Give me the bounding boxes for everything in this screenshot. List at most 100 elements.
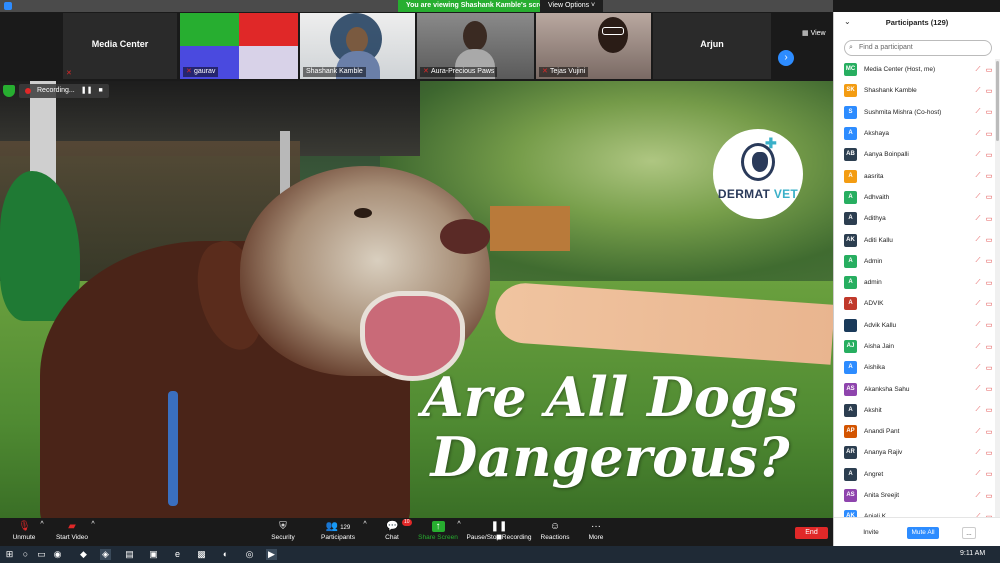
end-meeting-button[interactable]: End [795,527,828,539]
recording-label: Recording... [37,87,75,94]
participant-tile[interactable]: ✕ Tejas Vujini [536,13,651,79]
avatar: A [844,467,857,481]
participant-row[interactable]: AS Anita Sreejit ⟋ ▭ [834,485,995,506]
participant-tile[interactable]: ✕ gaurav [180,13,298,79]
windows-start-icon[interactable]: ⊞ [4,549,15,560]
avatar: AK [844,510,857,517]
search-icon[interactable]: ○ [20,549,31,560]
participant-row[interactable]: A Adithya ⟋ ▭ [834,208,995,229]
participant-name: Akshit [864,406,882,414]
participant-tile[interactable]: Media Center ✕ [63,13,177,79]
edge-icon[interactable]: e [172,549,183,560]
share-screen-icon: ↑ [431,521,445,532]
pause-recording-icon[interactable]: ❚❚ [81,84,93,98]
participant-row[interactable]: AB Aanya Boinpalli ⟋ ▭ [834,144,995,165]
participant-tile[interactable]: Arjun [653,13,771,79]
participant-name: Akshaya [864,130,889,138]
search-placeholder: Find a participant [859,44,913,51]
start-video-button[interactable]: ▰ Start Video [52,521,92,541]
scrollbar[interactable] [995,59,1000,517]
participant-row[interactable]: Advik Kallu ⟋ ▭ [834,315,995,336]
participant-row[interactable]: AKAnjali K⟋▭ [834,506,995,517]
participant-row[interactable]: A ADVIK ⟋ ▭ [834,293,995,314]
participant-row[interactable]: AR Ananya Rajiv ⟋ ▭ [834,442,995,463]
participant-list: MC Media Center (Host, me) ⟋ ▭ SK Shashank Ka… [834,59,995,517]
participant-row[interactable]: A Akshit ⟋ ▭ [834,400,995,421]
meeting-toolbar: 🎙 Unmute ^ ▰ Start Video ^ ⛨ Security 👥 1… [0,518,833,546]
participants-caret[interactable]: ^ [361,521,369,528]
participant-row[interactable]: SK Shashank Kamble ⟋ ▭ [834,80,995,101]
chat-button[interactable]: 💬 10 Chat [380,519,412,541]
participant-name: Admin [864,257,883,265]
reaction-icon: ☺ [549,521,561,532]
chrome-icon[interactable]: ◎ [244,549,255,560]
app-icon[interactable]: ▩ [196,549,207,560]
app-icon[interactable]: ▣ [148,549,159,560]
participant-name: Sushmita Mishra (Co-host) [864,108,942,116]
participant-tile[interactable]: Shashank Kamble [300,13,415,79]
clock: 9:11 AM [960,550,986,557]
view-button[interactable]: ▦ View [802,29,826,37]
scrollbar-thumb[interactable] [996,61,999,141]
participant-name: Ananya Rajiv [864,449,903,457]
participant-row[interactable]: MC Media Center (Host, me) ⟋ ▭ [834,59,995,80]
tile-name: Arjun [700,39,724,49]
browser-icon[interactable]: ◉ [52,549,63,560]
panel-footer: Invite Mute All ... [834,517,1000,546]
chat-label: Chat [385,534,399,541]
zoom-taskbar-icon[interactable]: ▶ [266,549,277,560]
mic-muted-icon: ⟋ [975,86,981,94]
participant-row[interactable]: AK Aditi Kallu ⟋ ▭ [834,229,995,250]
more-options-button[interactable]: ... [962,527,976,539]
participant-row[interactable]: S Sushmita Mishra (Co-host) ⟋ ▭ [834,102,995,123]
stop-recording-icon[interactable]: ■ [98,84,102,98]
unmute-button[interactable]: 🎙 Unmute [10,521,38,541]
mic-muted-icon: ⟋ [975,236,981,244]
zoom-window: You are viewing Shashank Kamble's screen… [0,0,1000,563]
share-options-caret[interactable]: ^ [455,521,463,528]
shield-icon[interactable] [3,85,15,97]
reactions-label: Reactions [540,534,570,541]
video-off-icon: ▭ [985,279,993,287]
more-button[interactable]: ··· More [584,521,608,541]
security-button[interactable]: ⛨ Security [266,521,300,541]
participant-name: Aditi Kallu [864,236,893,244]
file-icon[interactable]: ▤ [124,549,135,560]
participant-row[interactable]: AS Akanksha Sahu ⟋ ▭ [834,378,995,399]
top-banner: You are viewing Shashank Kamble's screen… [0,0,833,12]
mute-all-button[interactable]: Mute All [907,527,939,539]
invite-button[interactable]: Invite [858,527,884,539]
mic-muted-icon: ⟋ [975,129,981,137]
participant-name: Adithya [864,215,886,223]
video-off-icon: ▰ [68,521,76,532]
participant-row[interactable]: Aadmin ⟋ ▭ [834,272,995,293]
video-options-caret[interactable]: ^ [89,521,97,528]
view-options-button[interactable]: View Options ˅ [540,0,604,12]
next-page-button[interactable]: › [778,50,794,66]
app-icon[interactable]: ◆ [78,549,89,560]
avatar: A [844,190,857,204]
participant-tile[interactable]: ✕ Aura-Precious Paws [417,13,534,79]
video-off-icon: ▭ [985,322,993,330]
mic-muted-icon: ⟋ [975,150,981,158]
pause-stop-icon: ❚❚ ■ [490,521,508,543]
participant-row[interactable]: A Admin ⟋ ▭ [834,251,995,272]
participant-row[interactable]: A Akshaya ⟋ ▭ [834,123,995,144]
participant-row[interactable]: AJ Aisha Jain ⟋ ▭ [834,336,995,357]
participant-row[interactable]: AP Anandi Pant ⟋ ▭ [834,421,995,442]
avatar [844,318,857,332]
pause-stop-recording-button[interactable]: ❚❚ ■ Pause/Stop Recording [466,521,532,543]
start-video-label: Start Video [55,534,89,541]
participant-row[interactable]: Aaasrita ⟋ ▭ [834,165,995,186]
app-icon[interactable]: ◈ [100,549,111,560]
participant-row[interactable]: A Adhvaith ⟋ ▭ [834,187,995,208]
share-screen-button[interactable]: ↑ Share Screen [418,521,458,541]
app-icon[interactable]: ◐ [220,549,231,560]
task-view-icon[interactable]: ▭ [36,549,47,560]
participant-row[interactable]: A Angret ⟋ ▭ [834,464,995,485]
search-input[interactable]: ⌕ Find a participant [844,40,992,56]
audio-options-caret[interactable]: ^ [38,521,46,528]
participant-row[interactable]: A Aishika ⟋ ▭ [834,357,995,378]
reactions-button[interactable]: ☺ Reactions [540,521,570,541]
participants-button[interactable]: 👥 129 Participants [318,521,358,541]
